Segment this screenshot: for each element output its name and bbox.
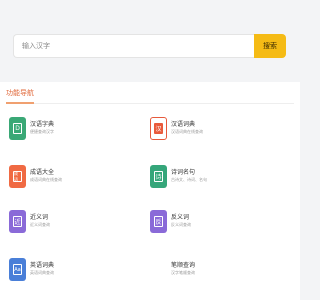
- nav-item-title: 近义词: [30, 214, 49, 221]
- nav-item-desc: 反义词查询: [171, 222, 191, 227]
- nav-item-title: 笔顺查询: [171, 262, 196, 269]
- dictionary-han-icon: 汉: [150, 117, 167, 140]
- nav-item-title: 诗词名句: [171, 169, 196, 176]
- nav-item-title: 反义词: [171, 214, 190, 221]
- section-divider-accent: [6, 102, 34, 104]
- nav-item-title: 汉语词典: [171, 121, 196, 128]
- search-input[interactable]: [13, 34, 254, 58]
- nav-item-desc: 成语词典在线查询: [30, 177, 62, 182]
- function-nav-panel: 功能导航 D 汉语字典 便捷查询汉字 汉 汉语词典 汉语词典在线查询 成语 成语…: [0, 82, 300, 300]
- search-bar: 搜索: [13, 34, 286, 58]
- poem-icon: 诗: [150, 165, 167, 188]
- nav-item-title: 成语大全: [30, 169, 55, 176]
- antonym-icon: 反: [150, 210, 167, 233]
- nav-item-shici[interactable]: 诗 诗词名句 古诗文、诗词、名句: [150, 165, 280, 193]
- nav-item-bishun[interactable]: 笔顺查询 汉字笔顺查询: [150, 258, 280, 286]
- search-button[interactable]: 搜索: [254, 34, 286, 58]
- synonym-icon: 近: [9, 210, 26, 233]
- nav-item-title: 汉语字典: [30, 121, 55, 128]
- nav-item-fanyici[interactable]: 反 反义词 反义词查询: [150, 210, 280, 238]
- section-divider: [6, 103, 294, 104]
- nav-item-desc: 便捷查询汉字: [30, 129, 54, 134]
- nav-item-chengyu[interactable]: 成语 成语大全 成语词典在线查询: [9, 165, 139, 193]
- nav-item-jinyici[interactable]: 近 近义词 近义词查询: [9, 210, 139, 238]
- nav-item-hanyu-cidian[interactable]: 汉 汉语词典 汉语词典在线查询: [150, 117, 280, 145]
- english-dict-icon: Aa: [9, 258, 26, 281]
- nav-item-title: 英语词典: [30, 262, 55, 269]
- nav-item-yingyu[interactable]: Aa 英语词典 英语词典查询: [9, 258, 139, 286]
- nav-item-desc: 英语词典查询: [30, 270, 54, 275]
- nav-item-hanyu-zidian[interactable]: D 汉语字典 便捷查询汉字: [9, 117, 139, 145]
- nav-item-desc: 近义词查询: [30, 222, 50, 227]
- section-title: 功能导航: [6, 89, 34, 97]
- idiom-icon: 成语: [9, 165, 26, 188]
- dictionary-d-icon: D: [9, 117, 26, 140]
- nav-item-desc: 汉语词典在线查询: [171, 129, 203, 134]
- nav-item-desc: 古诗文、诗词、名句: [171, 177, 207, 182]
- nav-item-desc: 汉字笔顺查询: [171, 270, 195, 275]
